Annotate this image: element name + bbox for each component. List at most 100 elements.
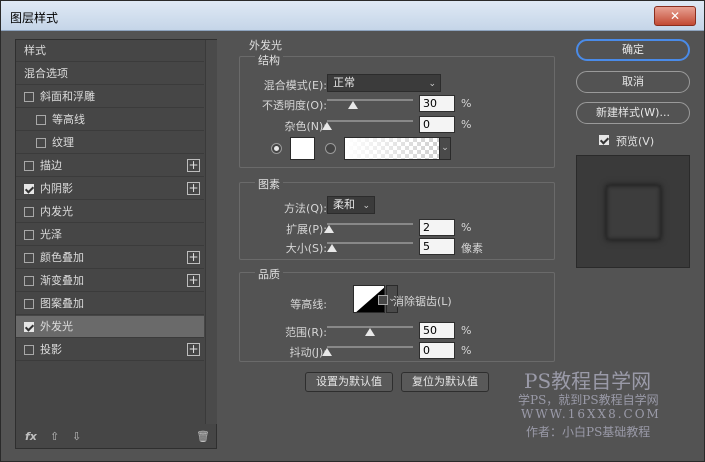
style-item-checkbox[interactable] [24,230,34,240]
styles-panel: 样式 混合选项 斜面和浮雕 等高线 纹理 描边 + 内阴影 + 内发光 光泽 颜色叠加 + 渐变叠加 + 图案… [15,39,217,449]
noise-slider-thumb[interactable] [322,122,332,130]
noise-label: 杂色(N): [284,120,327,133]
antialias-checkbox[interactable] [378,295,388,305]
style-item-checkbox[interactable] [24,299,34,309]
style-item[interactable]: 混合选项 [16,63,204,85]
noise-slider[interactable] [327,120,413,122]
jitter-unit: % [461,344,472,357]
cancel-button[interactable]: 取消 [576,71,690,93]
fx-icon[interactable]: fx [25,430,37,443]
jitter-input[interactable]: 0 [419,342,455,359]
preview-checkbox[interactable] [599,135,609,145]
opacity-slider-thumb[interactable] [347,101,358,109]
jitter-slider-thumb[interactable] [322,348,332,356]
styles-footer: fx ⇧ ⇩ 🗑 [16,425,216,449]
range-input[interactable]: 50 [419,322,455,339]
add-effect-plus-icon[interactable]: + [187,159,200,172]
style-item-checkbox[interactable] [24,345,34,355]
add-effect-plus-icon[interactable]: + [187,251,200,264]
size-label: 大小(S): [285,242,327,255]
style-item[interactable]: 等高线 [16,109,204,131]
title-bar: 图层样式 ✕ [1,1,704,31]
watermark-title: PS教程自学网 [524,369,652,393]
solid-color-radio[interactable] [271,143,282,154]
make-default-button[interactable]: 设置为默认值 [305,372,393,392]
range-label: 范围(R): [285,326,327,339]
chevron-down-icon: ⌄ [362,201,370,211]
style-item-checkbox[interactable] [24,92,34,102]
spread-slider[interactable] [327,223,413,225]
add-effect-plus-icon[interactable]: + [187,343,200,356]
style-item-checkbox[interactable] [24,253,34,263]
style-item[interactable]: 图案叠加 [16,293,204,315]
style-item-checkbox[interactable] [24,322,34,332]
styles-scrollbar[interactable] [205,40,217,424]
glow-gradient-swatch[interactable] [344,137,440,160]
style-item-checkbox[interactable] [24,184,34,194]
section-title: 外发光 [249,39,282,52]
size-slider[interactable] [327,242,413,244]
add-effect-plus-icon[interactable]: + [187,274,200,287]
style-item-label: 投影 [40,343,62,356]
style-item[interactable]: 纹理 [16,132,204,154]
range-unit: % [461,324,472,337]
move-up-icon[interactable]: ⇧ [50,430,59,443]
chevron-down-icon: ⌄ [428,79,436,89]
style-item[interactable]: 渐变叠加 + [16,270,204,292]
style-item[interactable]: 内阴影 + [16,178,204,200]
spread-slider-thumb[interactable] [323,225,334,233]
size-input[interactable]: 5 [419,238,455,255]
add-effect-plus-icon[interactable]: + [187,182,200,195]
opacity-unit: % [461,97,472,110]
reset-default-button[interactable]: 复位为默认值 [401,372,489,392]
style-item[interactable]: 颜色叠加 + [16,247,204,269]
structure-title: 结构 [255,52,283,68]
style-item-label: 样式 [24,44,46,57]
technique-value: 柔和 [333,198,355,211]
style-item-label: 光泽 [40,228,62,241]
blend-mode-select[interactable]: 正常 ⌄ [327,74,441,92]
style-item[interactable]: 斜面和浮雕 [16,86,204,108]
style-item[interactable]: 光泽 [16,224,204,246]
style-item-checkbox[interactable] [36,115,46,125]
technique-select[interactable]: 柔和 ⌄ [327,196,375,214]
window-title: 图层样式 [10,11,59,25]
noise-input[interactable]: 0 [419,116,455,133]
gradient-radio[interactable] [325,143,336,154]
jitter-slider[interactable] [327,346,413,348]
opacity-label: 不透明度(O): [262,99,327,112]
style-item[interactable]: 描边 + [16,155,204,177]
range-slider-thumb[interactable] [365,328,375,336]
gradient-picker-chevron-icon[interactable]: ⌄ [439,137,451,160]
style-item[interactable]: 样式 [16,40,204,62]
noise-unit: % [461,118,472,131]
ok-button[interactable]: 确定 [576,39,690,61]
style-item-checkbox[interactable] [24,276,34,286]
opacity-slider[interactable] [327,99,413,101]
size-slider-thumb[interactable] [327,244,337,252]
move-down-icon[interactable]: ⇩ [72,430,81,443]
style-item-checkbox[interactable] [24,161,34,171]
glow-color-swatch[interactable] [290,137,315,160]
watermark-url: WWW.16XX8.COM [521,407,661,421]
antialias-label: 消除锯齿(L) [393,295,452,308]
style-item[interactable]: 投影 + [16,339,204,361]
trash-icon[interactable]: 🗑 [196,430,210,443]
spread-unit: % [461,221,472,234]
style-item-label: 纹理 [52,136,74,149]
style-item-checkbox[interactable] [36,138,46,148]
style-item[interactable]: 内发光 [16,201,204,223]
style-item-label: 等高线 [52,113,85,126]
layer-style-dialog: 图层样式 ✕ 样式 混合选项 斜面和浮雕 等高线 纹理 描边 + 内阴影 + 内发光 光泽 颜色叠加 +… [0,0,705,462]
style-preview-thumbnail [606,185,661,240]
opacity-input[interactable]: 30 [419,95,455,112]
style-item-checkbox[interactable] [24,207,34,217]
style-item[interactable]: 外发光 [16,316,204,338]
close-button[interactable]: ✕ [654,6,696,26]
size-unit: 像素 [461,242,483,255]
spread-input[interactable]: 2 [419,219,455,236]
preview-label: 预览(V) [616,135,655,148]
style-item-label: 外发光 [40,320,73,333]
new-style-button[interactable]: 新建样式(W)... [576,102,690,124]
style-item-label: 描边 [40,159,62,172]
